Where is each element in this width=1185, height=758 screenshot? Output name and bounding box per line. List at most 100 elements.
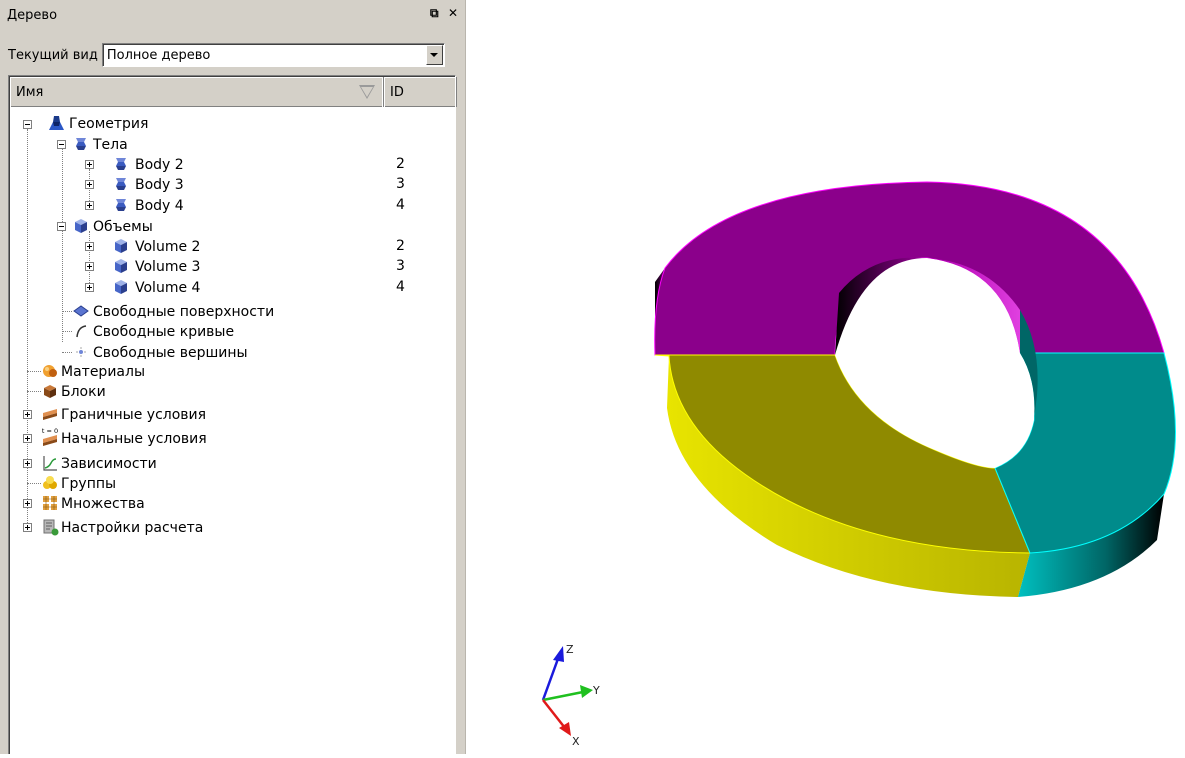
expand-toggle[interactable] (23, 434, 32, 443)
tree-view[interactable]: Имя ID Геометрия Тела Body 2 2 Body 3 3 … (8, 75, 457, 754)
tree-item-label: Свободные кривые (93, 324, 235, 340)
view-label: Текущий вид (8, 47, 98, 63)
tree-item-label: Volume 3 (135, 259, 201, 275)
tree-line (27, 129, 28, 531)
tree-item-initial-conditions[interactable]: Начальные условия (57, 429, 207, 449)
id-value: 4 (396, 279, 405, 295)
id-value: 2 (396, 156, 405, 172)
tree-item-label: Volume 2 (135, 239, 201, 255)
tree-item-label: Volume 4 (135, 280, 201, 296)
tree-line (89, 231, 90, 291)
panel-title: Дерево (7, 7, 58, 23)
tree-item-label: Настройки расчета (61, 520, 204, 536)
tree-line (27, 371, 41, 372)
tree-item-blocks[interactable]: Блоки (57, 382, 106, 402)
tree-item-label: Блоки (61, 384, 106, 400)
tree-item-label: Body 2 (135, 157, 184, 173)
volume-group-icon (72, 217, 90, 235)
t0-text: t = 0 (42, 427, 58, 435)
tree-item-bodies[interactable]: Тела (89, 135, 128, 155)
curve-icon (72, 322, 90, 340)
collapse-toggle[interactable] (57, 222, 66, 231)
dropdown-button[interactable] (425, 45, 443, 65)
volume-icon (112, 257, 130, 275)
view-selector-row: Текущий вид Полное дерево (0, 42, 466, 68)
column-name-label: Имя (16, 84, 44, 100)
id-value: 2 (396, 238, 405, 254)
tree-item-groups[interactable]: Группы (57, 474, 116, 494)
axis-y-label: Y (592, 684, 600, 697)
body-icon (112, 175, 130, 193)
expand-toggle[interactable] (85, 283, 94, 292)
tree-item-label: Свободные поверхности (93, 304, 275, 320)
axis-x-label: X (572, 735, 580, 748)
tree-line (27, 483, 41, 484)
expand-toggle[interactable] (23, 499, 32, 508)
tree-item-label: Объемы (93, 219, 153, 235)
expand-toggle[interactable] (23, 523, 32, 532)
tree-item-free-curves[interactable]: Свободные кривые (89, 322, 234, 342)
tree-item-volume-4[interactable]: Volume 4 (131, 278, 200, 298)
tree-line (62, 331, 72, 332)
close-panel-icon[interactable]: ✕ (448, 6, 458, 20)
3d-viewport[interactable]: Z Y X (467, 0, 1185, 754)
column-header-name[interactable]: Имя (10, 77, 384, 107)
expand-toggle[interactable] (23, 410, 32, 419)
expand-toggle[interactable] (85, 262, 94, 271)
expand-toggle[interactable] (85, 242, 94, 251)
tree-item-label: Множества (61, 496, 145, 512)
tree-item-calc-settings[interactable]: Настройки расчета (57, 518, 203, 538)
tree-item-label: Свободные вершины (93, 345, 248, 361)
collapse-toggle[interactable] (57, 140, 66, 149)
expand-toggle[interactable] (85, 201, 94, 210)
tree-item-label: Тела (93, 137, 128, 153)
axis-triad: Z Y X (541, 643, 600, 748)
tree-item-materials[interactable]: Материалы (57, 362, 145, 382)
tree-item-label: Зависимости (61, 456, 157, 472)
body-icon (112, 155, 130, 173)
tree-item-dependencies[interactable]: Зависимости (57, 454, 157, 474)
tree-item-volume-3[interactable]: Volume 3 (131, 257, 200, 277)
current-view-dropdown[interactable]: Полное дерево (101, 43, 445, 67)
expand-toggle[interactable] (85, 180, 94, 189)
body-icon (112, 196, 130, 214)
tree-item-label: Body 3 (135, 177, 184, 193)
column-header-id[interactable]: ID (384, 77, 457, 107)
tree-item-body-2[interactable]: Body 2 (131, 155, 184, 175)
tree-item-label: Граничные условия (61, 407, 207, 423)
tree-item-boundary-conditions[interactable]: Граничные условия (57, 405, 206, 425)
tree-item-volumes[interactable]: Объемы (89, 217, 153, 237)
expand-toggle[interactable] (23, 459, 32, 468)
vertex-icon (72, 343, 90, 361)
surface-icon (72, 302, 90, 320)
id-value: 4 (396, 197, 405, 213)
panel-title-bar: Дерево ⧉ ✕ (0, 0, 466, 30)
axis-z-label: Z (566, 643, 574, 656)
body-group-icon (72, 135, 90, 153)
float-panel-icon[interactable]: ⧉ (430, 6, 439, 21)
sort-icon (359, 85, 375, 99)
model-view[interactable]: Z Y X (467, 0, 1185, 754)
collapse-toggle[interactable] (23, 120, 32, 129)
column-id-label: ID (390, 84, 404, 100)
volume-icon (112, 237, 130, 255)
geometry-icon (47, 114, 65, 132)
volume-icon (112, 278, 130, 296)
tree-item-geometry[interactable]: Геометрия (65, 114, 148, 134)
expand-toggle[interactable] (85, 160, 94, 169)
id-value: 3 (396, 176, 405, 192)
tree-item-sets[interactable]: Множества (57, 494, 145, 514)
tree-item-body-4[interactable]: Body 4 (131, 196, 184, 216)
tree-item-volume-2[interactable]: Volume 2 (131, 237, 200, 257)
id-value: 3 (396, 258, 405, 274)
tree-item-label: Геометрия (69, 116, 149, 132)
tree-item-free-vertices[interactable]: Свободные вершины (89, 343, 248, 363)
tree-item-label: Группы (61, 476, 117, 492)
tree-panel: Дерево ⧉ ✕ Текущий вид Полное дерево Имя… (0, 0, 466, 754)
tree-item-free-surfaces[interactable]: Свободные поверхности (89, 302, 274, 322)
tree-item-body-3[interactable]: Body 3 (131, 175, 184, 195)
current-view-value: Полное дерево (106, 47, 211, 63)
tree-header: Имя ID (10, 77, 457, 107)
chevron-down-icon (430, 53, 439, 57)
tree-line (62, 149, 63, 342)
